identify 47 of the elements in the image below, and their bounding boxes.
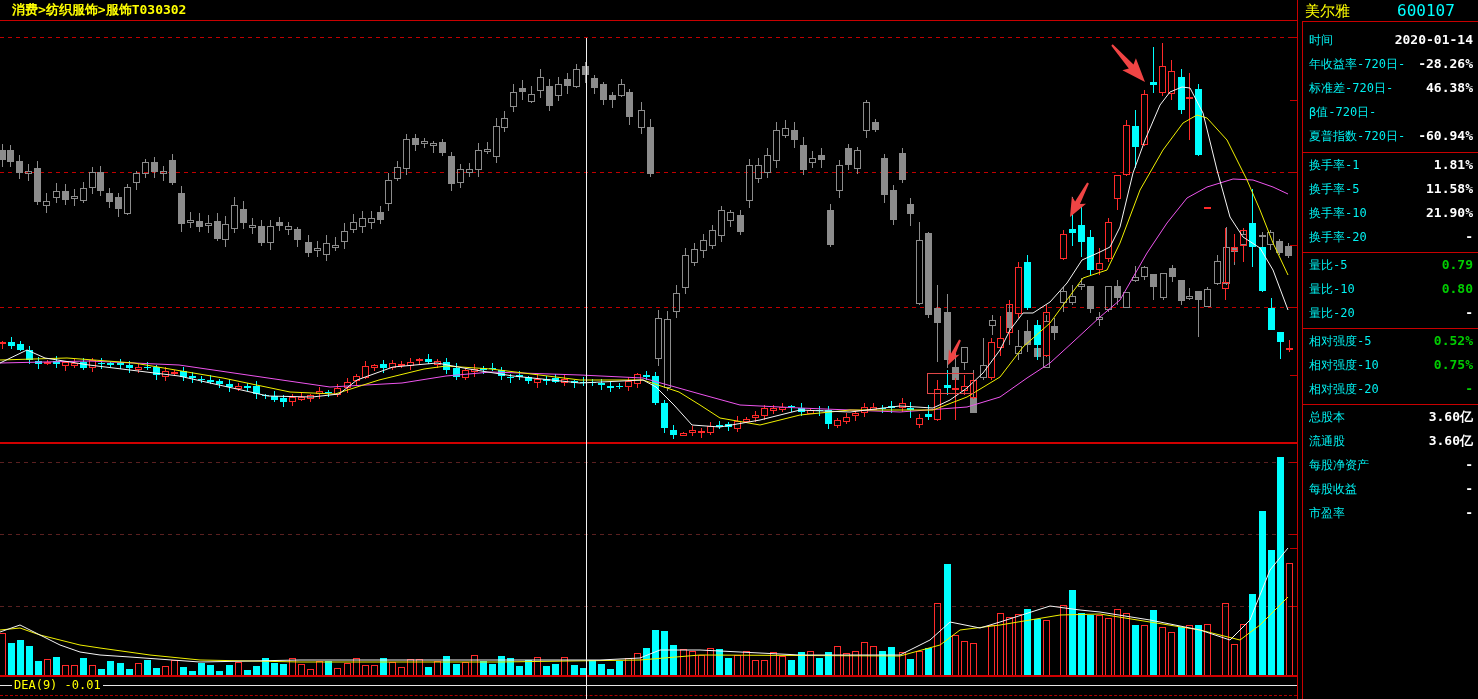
annotation-arrow	[1070, 182, 1089, 217]
metric-label: 时间	[1309, 31, 1333, 49]
metric-value: 3.60亿	[1428, 433, 1473, 449]
metric-label: 夏普指数-720日-	[1309, 127, 1406, 145]
indicator-label: DEA(9) -0.01	[12, 678, 103, 692]
metric-value: 0.79	[1441, 257, 1473, 273]
metric-label: 换手率-5	[1309, 180, 1360, 198]
metric-label: 量比-20	[1309, 304, 1355, 322]
metric-value: 46.38%	[1426, 80, 1473, 96]
metric-value: -	[1465, 457, 1473, 473]
metric-value: 0.52%	[1433, 333, 1473, 349]
metric-value: 11.58%	[1426, 181, 1473, 197]
metric-label: 市盈率	[1309, 504, 1345, 522]
metric-label: 换手率-10	[1309, 204, 1367, 222]
metric-value: -28.26%	[1418, 56, 1473, 72]
metric-value: -60.94%	[1418, 128, 1473, 144]
annotation-arrow	[948, 339, 961, 365]
metric-label: 流通股	[1309, 432, 1345, 450]
metric-label: 换手率-20	[1309, 228, 1367, 246]
metric-label: 年收益率-720日-	[1309, 55, 1406, 73]
stock-code: 600107	[1397, 1, 1455, 20]
metric-value: 2020-01-14	[1394, 32, 1473, 48]
metric-label: 标准差-720日-	[1309, 79, 1394, 97]
metric-value: -	[1465, 481, 1473, 497]
metric-value: -	[1465, 505, 1473, 521]
metric-label: 量比-10	[1309, 280, 1355, 298]
metric-label: 相对强度-20	[1309, 380, 1379, 398]
metric-label: 换手率-1	[1309, 156, 1360, 174]
metric-value: -	[1465, 381, 1473, 397]
annotation-arrow	[1111, 44, 1145, 82]
highlight-frame	[926, 372, 974, 394]
metric-label: 每股净资产	[1309, 456, 1369, 474]
metric-label: β值-720日-	[1309, 103, 1377, 121]
metric-value: 21.90%	[1426, 205, 1473, 221]
metric-label: 总股本	[1309, 408, 1345, 426]
metric-value: -	[1465, 305, 1473, 321]
metric-value: 0.75%	[1433, 357, 1473, 373]
stock-name: 美尔雅	[1305, 1, 1351, 20]
metric-value: 1.81%	[1433, 157, 1473, 173]
metric-label: 量比-5	[1309, 256, 1348, 274]
metric-value: -	[1465, 229, 1473, 245]
metric-value: 0.80	[1441, 281, 1473, 297]
metric-label: 相对强度-5	[1309, 332, 1372, 350]
metric-label: 相对强度-10	[1309, 356, 1379, 374]
metric-value: 3.60亿	[1428, 409, 1473, 425]
metric-label: 每股收益	[1309, 480, 1357, 498]
category-path: 消费>纺织服饰>服饰T030302	[12, 2, 187, 18]
